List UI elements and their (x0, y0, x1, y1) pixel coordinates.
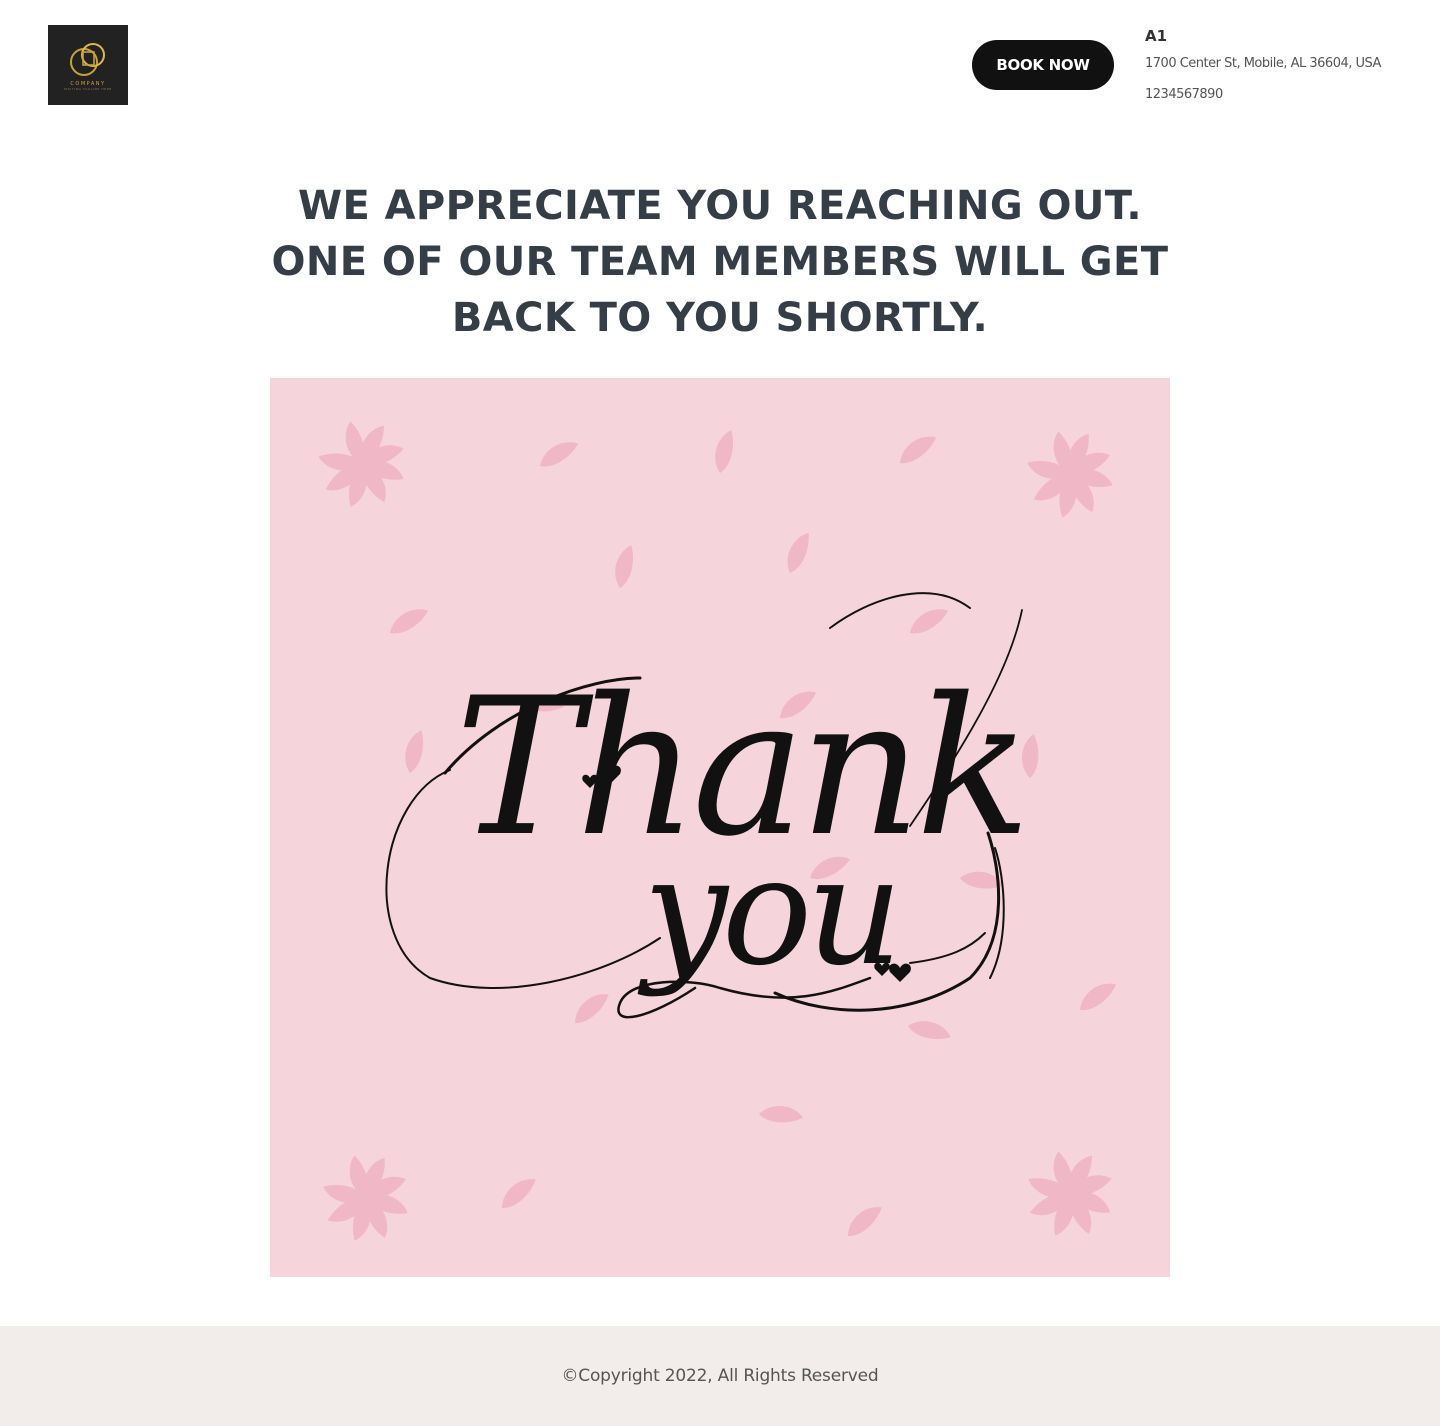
page-title: WE APPRECIATE YOU REACHING OUT. ONE OF O… (220, 178, 1220, 346)
contact-info: A1 1700 Center St, Mobile, AL 36604, USA… (1145, 24, 1435, 110)
company-logo[interactable]: COMPANY WRITING TAGLINE HERE (48, 25, 128, 105)
book-now-button[interactable]: BOOK NOW (972, 40, 1114, 90)
thank-you-card-illustration: Thank you (270, 378, 1170, 1277)
interlocking-rings-logo-icon (70, 42, 105, 76)
copyright-text: ©Copyright 2022, All Rights Reserved (561, 1366, 879, 1386)
phone-link[interactable]: 1234567890 (1145, 79, 1435, 110)
address-link[interactable]: 1700 Center St, Mobile, AL 36604, USA (1145, 48, 1435, 79)
headline-line: ONE OF OUR TEAM MEMBERS WILL GET (271, 239, 1169, 285)
site-header: COMPANY WRITING TAGLINE HERE BOOK NOW A1… (0, 0, 1440, 130)
headline-line: BACK TO YOU SHORTLY. (451, 295, 989, 341)
headline-line: WE APPRECIATE YOU REACHING OUT. (298, 183, 1142, 229)
business-name: A1 (1145, 27, 1168, 45)
you-script-text: you (637, 825, 897, 999)
site-footer: ©Copyright 2022, All Rights Reserved (0, 1326, 1440, 1426)
logo-tagline: WRITING TAGLINE HERE (64, 86, 112, 91)
